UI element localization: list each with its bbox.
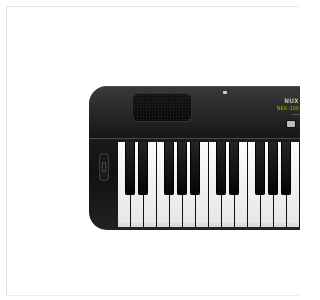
black-key [139, 142, 147, 194]
panel-divider [292, 114, 300, 115]
black-key [191, 142, 199, 194]
power-button [286, 120, 296, 128]
black-key [269, 142, 277, 194]
digital-keyboard-image: NUX NEK-100 [89, 86, 300, 230]
black-key [165, 142, 173, 194]
brand-name: NUX [284, 99, 299, 105]
black-key [217, 142, 225, 194]
small-top-marker [223, 91, 227, 94]
top-edge-highlight [89, 86, 300, 87]
keyboard-top-panel: NUX NEK-100 [89, 86, 300, 139]
pitch-wheel [99, 153, 109, 181]
product-image-viewer: NUX NEK-100 [0, 0, 300, 300]
black-key [230, 142, 238, 194]
speaker-grille [132, 93, 192, 122]
brand-label-area: NUX NEK-100 [277, 99, 299, 112]
black-key [256, 142, 264, 194]
black-key [178, 142, 186, 194]
black-key [282, 142, 290, 194]
model-name: NEK-100 [276, 106, 299, 112]
black-key [126, 142, 134, 194]
keybed [118, 142, 300, 227]
